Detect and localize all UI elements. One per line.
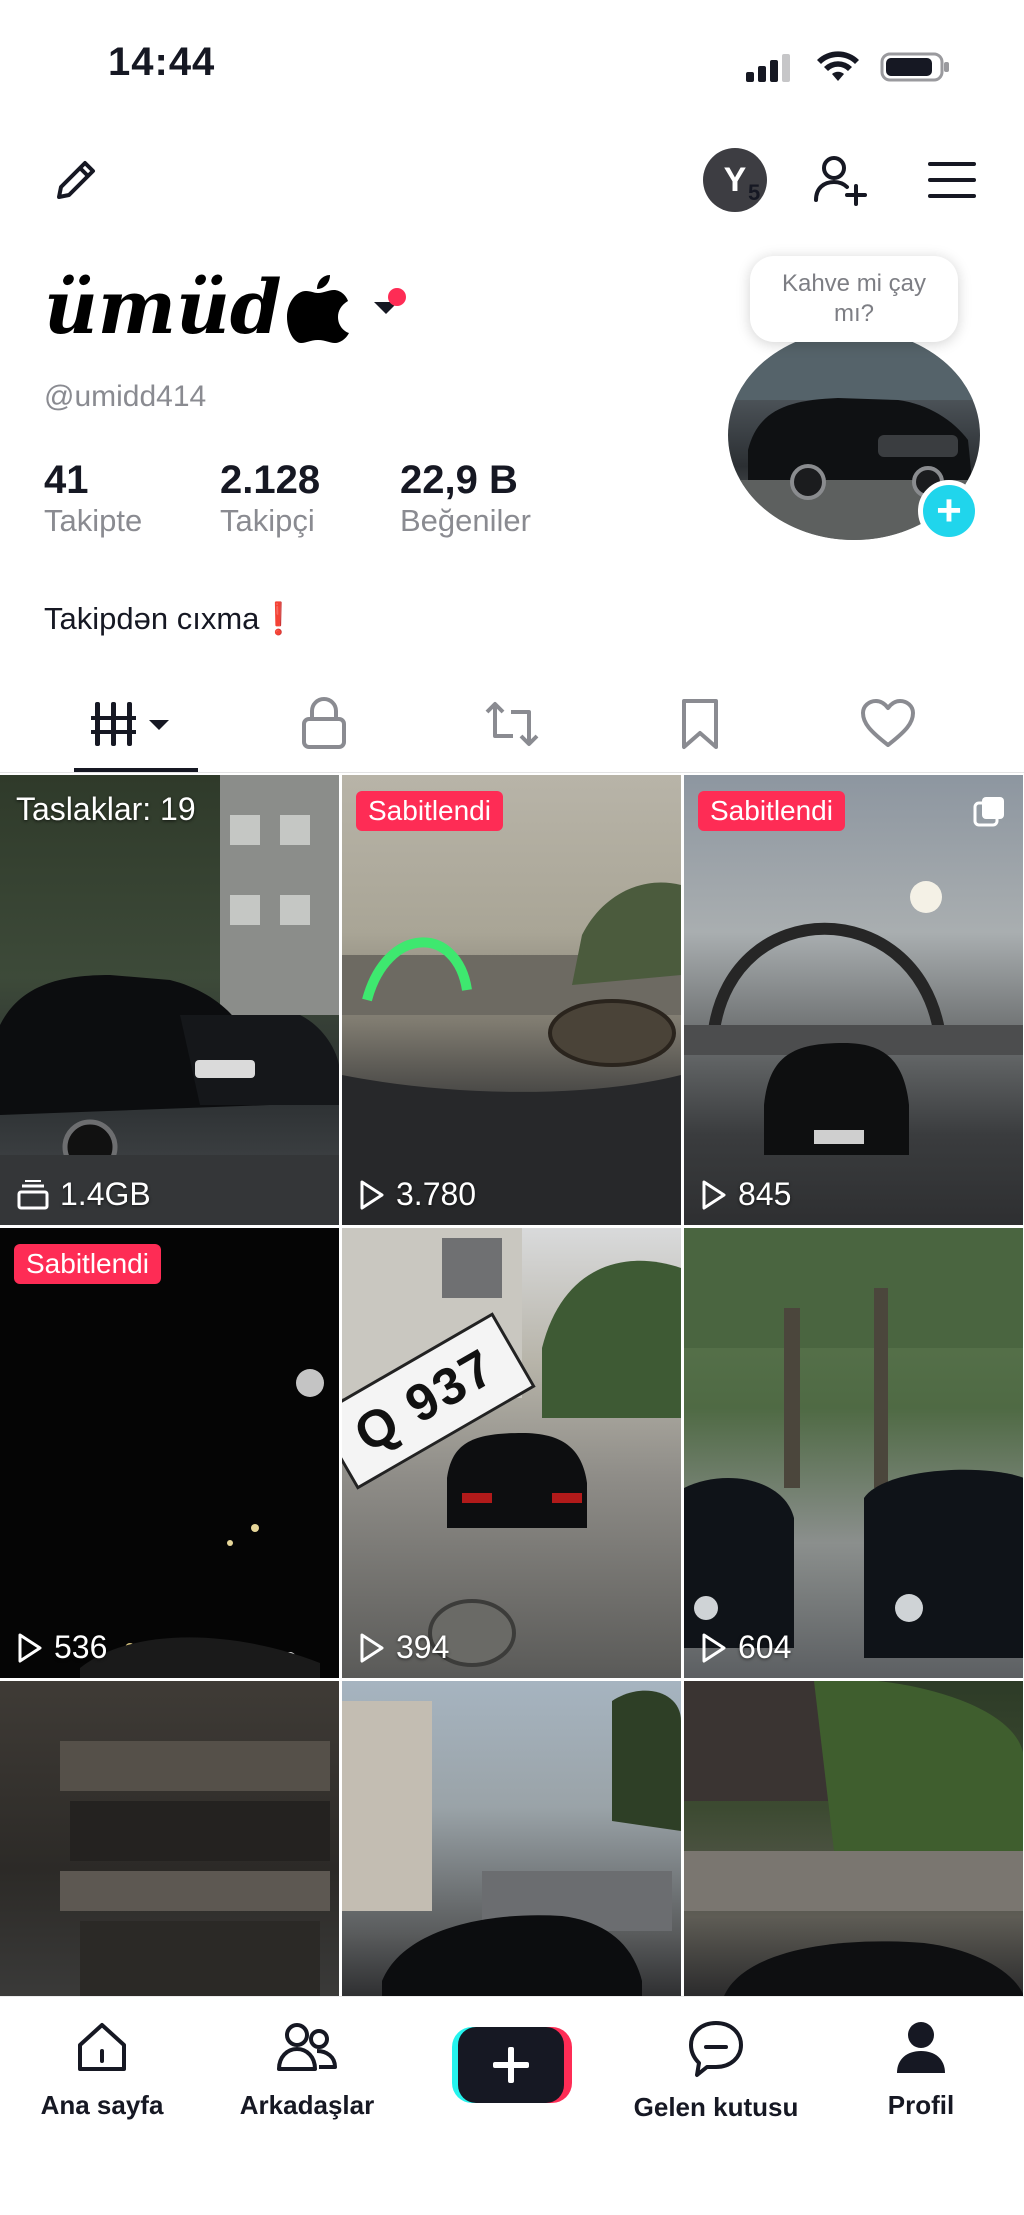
nav-profile[interactable]: Profil xyxy=(826,2017,1016,2121)
play-icon xyxy=(360,1180,384,1209)
stat-followers[interactable]: 2.128 Takipçi xyxy=(220,458,320,539)
home-icon xyxy=(78,2023,126,2071)
nav-home[interactable]: Ana sayfa xyxy=(7,2017,197,2121)
stat-likes[interactable]: 22,9 B Beğeniler xyxy=(400,458,531,539)
wifi-icon xyxy=(817,51,859,81)
tab-divider xyxy=(0,772,1024,773)
video-tile[interactable]: Sabitlendi 845 xyxy=(684,775,1023,1225)
nav-profile-label: Profil xyxy=(887,2090,955,2120)
apple-icon xyxy=(286,275,349,343)
tab-liked[interactable] xyxy=(836,690,940,758)
draft-tile[interactable]: Taslaklar: 19 1.4GB xyxy=(0,775,339,1225)
video-tile[interactable] xyxy=(0,1681,339,1996)
tile-views-value: 394 xyxy=(396,1629,450,1665)
status-time: 14:44 xyxy=(108,40,216,84)
create-button[interactable] xyxy=(452,2027,572,2103)
signal-icon xyxy=(746,54,790,82)
video-tile[interactable] xyxy=(684,1681,1023,1996)
profile-name-text: ümüd xyxy=(44,265,282,351)
video-tile[interactable]: Sabitlendi 3.780 xyxy=(342,775,681,1225)
tile-views: 536 xyxy=(16,1629,107,1666)
edit-icon[interactable] xyxy=(46,150,106,210)
tile-views-value: 536 xyxy=(54,1629,108,1665)
tile-views: 3.780 xyxy=(358,1176,476,1213)
stat-followers-label: Takipçi xyxy=(220,503,315,538)
tile-storage-value: 1.4GB xyxy=(60,1176,151,1212)
video-tile[interactable]: Q 937 394 xyxy=(342,1228,681,1678)
tab-favorites[interactable] xyxy=(648,690,752,758)
play-icon xyxy=(360,1633,384,1662)
inbox-icon xyxy=(689,2021,743,2077)
nav-inbox-label: Gelen kutusu xyxy=(633,2092,799,2122)
video-tile[interactable]: 604 xyxy=(684,1228,1023,1678)
grid-sort-icon xyxy=(91,702,169,746)
profile-username: @umidd414 xyxy=(44,380,207,413)
profile-bio: Takipdən cıxma❗ xyxy=(44,601,298,636)
play-icon xyxy=(702,1633,726,1662)
tile-storage: 1.4GB xyxy=(16,1176,151,1213)
stat-following-value: 41 xyxy=(44,458,89,502)
video-tile[interactable]: Sabitlendi 536 xyxy=(0,1228,339,1678)
pinned-badge: Sabitlendi xyxy=(14,1244,161,1284)
tab-videos[interactable] xyxy=(82,690,186,758)
note-bubble-line2: mı? xyxy=(833,300,874,327)
nav-inbox[interactable]: Gelen kutusu xyxy=(621,2017,811,2123)
stat-likes-value: 22,9 B xyxy=(400,458,518,502)
nav-friends-label: Arkadaşlar xyxy=(239,2090,375,2120)
pinned-badge: Sabitlendi xyxy=(698,791,845,831)
add-friend-icon[interactable] xyxy=(808,150,872,210)
note-bubble-line1: Kahve mi çay xyxy=(781,270,927,297)
tile-views-value: 845 xyxy=(738,1176,792,1212)
repost-icon xyxy=(485,702,539,746)
status-icons xyxy=(744,50,952,84)
nav-friends[interactable]: Arkadaşlar xyxy=(212,2017,402,2121)
account-count-badge: 5 xyxy=(748,180,761,205)
create-icon xyxy=(493,2047,529,2083)
heart-icon xyxy=(861,699,915,747)
lock-icon xyxy=(302,697,346,749)
stat-likes-label: Beğeniler xyxy=(400,503,531,538)
tile-views: 845 xyxy=(700,1176,791,1213)
drafts-label: Taslaklar: 19 xyxy=(16,791,196,827)
stat-following-label: Takipte xyxy=(44,503,143,538)
profile-name[interactable]: ümüd xyxy=(44,265,406,351)
plus-icon: + xyxy=(936,486,962,535)
tab-private[interactable] xyxy=(272,690,376,758)
tile-views: 394 xyxy=(358,1629,449,1666)
menu-icon[interactable] xyxy=(922,152,982,208)
friends-icon xyxy=(277,2023,337,2071)
tab-reposts[interactable] xyxy=(460,690,564,758)
stat-followers-value: 2.128 xyxy=(220,458,321,502)
video-tile[interactable] xyxy=(342,1681,681,1996)
drafts-stack-icon xyxy=(17,1179,49,1209)
pinned-badge: Sabitlendi xyxy=(356,791,503,831)
profile-icon xyxy=(897,2022,945,2073)
tile-views: 604 xyxy=(700,1629,791,1666)
note-bubble[interactable]: Kahve mi çay mı? xyxy=(750,256,958,342)
play-icon xyxy=(702,1180,726,1209)
multi-photo-icon xyxy=(973,797,1004,827)
stat-following[interactable]: 41 Takipte xyxy=(44,458,142,539)
notification-dot xyxy=(388,288,406,306)
battery-icon xyxy=(880,52,949,82)
nav-home-label: Ana sayfa xyxy=(40,2090,164,2120)
tile-views-value: 604 xyxy=(738,1629,792,1665)
tile-views-value: 3.780 xyxy=(396,1176,477,1212)
play-icon xyxy=(18,1633,42,1662)
add-story-button[interactable]: + xyxy=(918,480,980,542)
bookmark-icon xyxy=(682,699,718,749)
bottom-nav: Ana sayfa Arkadaşlar Gelen kutusu Profil xyxy=(0,1996,1024,2215)
